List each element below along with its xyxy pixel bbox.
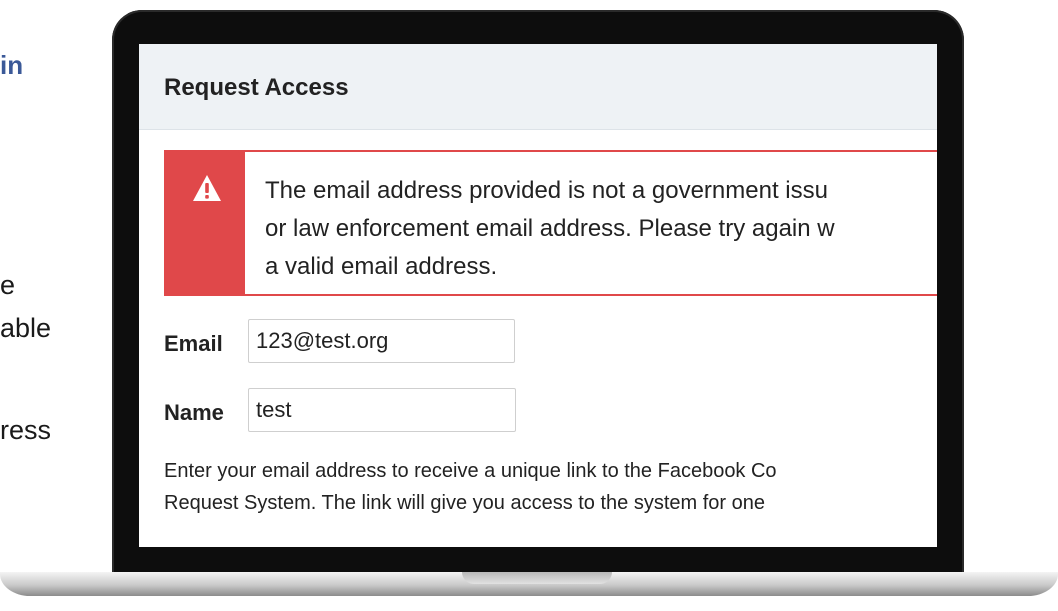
help-text: Enter your email address to receive a un… — [164, 455, 937, 519]
warning-icon — [193, 175, 221, 201]
help-text-line: Request System. The link will give you a… — [164, 492, 766, 514]
slide-text-fragment-1: e — [0, 270, 16, 300]
alert-message-line: or law enforcement email address. Please… — [265, 215, 835, 242]
slide-text-fragment-3: ress — [0, 415, 52, 445]
page-title: Request Access — [164, 74, 349, 101]
error-alert: The email address provided is not a gove… — [164, 150, 937, 296]
alert-message-line: a valid email address. — [265, 253, 498, 280]
slide-title-fragment: in — [0, 50, 24, 80]
name-field[interactable] — [248, 388, 516, 432]
laptop-notch — [462, 572, 612, 584]
alert-icon-box — [166, 152, 245, 294]
email-label: Email — [164, 331, 223, 356]
panel-header: Request Access — [139, 44, 937, 130]
email-field[interactable] — [248, 319, 515, 363]
laptop-screen: Request Access The email address provide… — [139, 44, 937, 547]
slide-text-fragment-2: able — [0, 313, 52, 343]
alert-message-line: The email address provided is not a gove… — [265, 177, 828, 204]
name-label: Name — [164, 400, 224, 425]
alert-message: The email address provided is not a gove… — [265, 172, 937, 286]
help-text-line: Enter your email address to receive a un… — [164, 460, 777, 482]
